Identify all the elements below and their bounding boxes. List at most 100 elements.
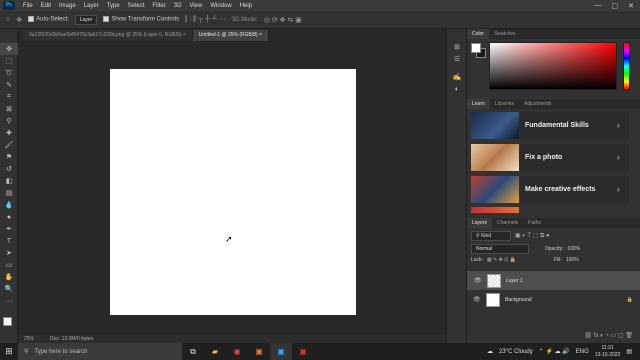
path-selection-tool-icon[interactable]: ➤ [0,247,18,259]
healing-brush-tool-icon[interactable]: ✚ [0,127,18,139]
menu-select[interactable]: Select [124,3,149,9]
lock-icon: 🔒 [626,296,633,303]
layer-row-layer-1[interactable]: 👁 Layer 1 [467,271,640,290]
more-tools-icon[interactable]: ··· [0,295,18,307]
app-red-icon[interactable]: ▣ [292,343,314,360]
menu-view[interactable]: View [185,3,206,9]
learn-card-title: Make creative effects [525,186,596,193]
eyedropper-tool-icon[interactable]: ⚲ [0,115,18,127]
properties-panel-icon[interactable]: ☰ [447,53,467,65]
weather-text[interactable]: 23°C Cloudy [499,349,533,355]
layer-thumbnail [487,273,501,288]
dodge-tool-icon[interactable]: ● [0,211,18,223]
menu-file[interactable]: File [19,3,37,9]
3d-controls-icons[interactable]: ◎ ⟳ ✥ ⇆ ▣ [264,16,302,24]
tab-color[interactable]: Color [467,29,489,39]
tab-layers[interactable]: Layers [467,218,493,228]
type-tool-icon[interactable]: T [0,235,18,247]
windows-start-icon[interactable]: ⊞ [0,343,18,360]
frame-tool-icon[interactable]: ⊠ [0,103,18,115]
learn-card-fundamental-skills[interactable]: Fundamental Skills › [471,112,629,139]
window-controls: — ▢ ✕ [595,2,640,10]
app-orange-icon[interactable]: ▣ [248,343,270,360]
zoom-level[interactable]: 25% [24,336,34,342]
filter-icons[interactable]: ▣ ◐ T ⬚ ⧉ ● [515,232,550,240]
layer-row-background[interactable]: 👁 Background 🔒 [467,290,640,309]
eye-icon[interactable]: 👁 [474,277,482,284]
task-view-icon[interactable]: ⧉ [182,343,204,360]
maximize-icon[interactable]: ▢ [612,2,619,10]
auto-select-checkbox[interactable]: Auto-Select: [28,16,69,23]
auto-select-dropdown[interactable]: Layer [74,14,98,25]
quick-select-tool-icon[interactable]: ✎ [0,79,18,91]
menu-filter[interactable]: Filter [148,3,169,9]
menu-edit[interactable]: Edit [37,3,55,9]
color-picker-field[interactable] [489,42,617,90]
photoshop-taskbar-icon[interactable]: ▣ [270,343,292,360]
layer-name[interactable]: Layer 1 [506,278,523,284]
fill-value[interactable]: 100% [566,257,579,263]
minimize-icon[interactable]: — [595,2,602,10]
brush-settings-icon[interactable]: ✍ [447,71,467,83]
rectangle-tool-icon[interactable]: ▭ [0,259,18,271]
home-icon[interactable]: ⌂ [6,16,10,23]
foreground-color-swatch[interactable] [3,317,12,326]
learn-card-fix-a-photo[interactable]: Fix a photo › [471,144,629,171]
document-tab[interactable]: 9a22f930d3b6ae5bf5479c3a917c228d.png @ 2… [23,30,193,41]
clone-stamp-tool-icon[interactable]: ⚑ [0,151,18,163]
marquee-tool-icon[interactable]: ⬚ [0,55,18,67]
crop-tool-icon[interactable]: ⌗ [0,91,18,103]
learn-card-make-creative-effects[interactable]: Make creative effects › [471,176,629,203]
pen-tool-icon[interactable]: ✒ [0,223,18,235]
show-transform-checkbox[interactable]: Show Transform Controls [103,16,179,23]
language[interactable]: ENG [576,349,589,355]
eraser-tool-icon[interactable]: ◧ [0,175,18,187]
history-brush-tool-icon[interactable]: ↺ [0,163,18,175]
tab-learn[interactable]: Learn [467,99,490,109]
gradient-tool-icon[interactable]: ▤ [0,187,18,199]
menu-3d[interactable]: 3D [170,3,186,9]
move-tool-icon[interactable]: ✥ [16,16,22,24]
taskbar-search[interactable]: ⚲ Type here to search [18,343,182,360]
history-panel-icon[interactable]: ⊞ [447,41,467,53]
eye-icon[interactable]: 👁 [473,296,481,303]
foreground-color-swatch[interactable] [471,43,481,53]
close-icon[interactable]: × [259,32,262,38]
notification-icon[interactable]: ▤ [626,348,632,355]
clock[interactable]: 11:31 13-10-2022 [595,345,621,359]
tray-icons[interactable]: ⌃ ⚡ ☁ 🔊 [539,348,570,355]
hand-tool-icon[interactable]: ✋ [0,271,18,283]
tab-adjustments[interactable]: Adjustments [519,99,557,109]
hue-slider[interactable] [623,42,630,90]
layers-footer-icons[interactable]: ⛓ fx ◐ ◔ ▭ ▢ 🗑 [467,332,640,339]
menu-type[interactable]: Type [103,3,124,9]
lock-icons[interactable]: ▦ ✎ ✥ ⊡ 🔒 [487,257,516,263]
close-icon[interactable]: ✕ [628,2,634,10]
tab-libraries[interactable]: Libraries [490,99,519,109]
doc-size[interactable]: Doc: 12.0M/0 bytes [50,336,93,342]
date: 13-10-2022 [594,351,621,358]
menu-image[interactable]: Image [55,3,80,9]
align-icons[interactable]: ⫿ ⫶ ⫼ ┬ ┼ ┴ ··· [185,16,226,24]
adjustments-panel-icon[interactable]: ◐ [447,83,467,95]
move-tool-icon[interactable]: ✥ [0,43,18,55]
menu-window[interactable]: Window [206,3,235,9]
blend-mode-dropdown[interactable]: Normal [471,244,529,254]
menu-help[interactable]: Help [236,3,256,9]
menu-layer[interactable]: Layer [80,3,103,9]
chrome-icon[interactable]: ◉ [226,343,248,360]
tab-channels[interactable]: Channels [492,218,523,228]
tab-paths[interactable]: Paths [523,218,546,228]
brush-tool-icon[interactable]: 🖌 [0,139,18,151]
file-explorer-icon[interactable]: ▰ [204,343,226,360]
tab-swatches[interactable]: Swatches [489,29,521,39]
zoom-tool-icon[interactable]: 🔍 [0,283,18,295]
close-icon[interactable]: × [183,32,186,38]
kind-filter-dropdown[interactable]: ⚲ Kind [471,231,511,241]
blur-tool-icon[interactable]: 💧 [0,199,18,211]
document-canvas[interactable] [110,69,356,315]
opacity-value[interactable]: 100% [567,246,580,252]
layer-name[interactable]: Background [505,297,532,303]
lasso-tool-icon[interactable]: ➰ [0,67,18,79]
document-tab-active[interactable]: Untitled-1 @ 25% (RGB/8) × [192,30,270,41]
